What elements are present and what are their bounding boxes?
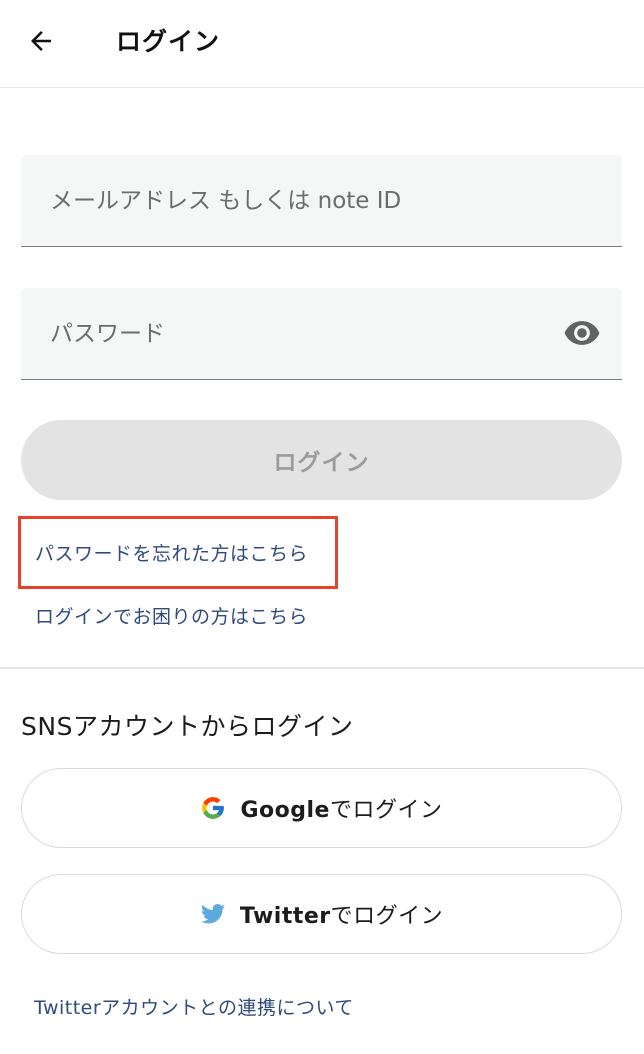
login-button[interactable]: ログイン bbox=[21, 420, 622, 500]
twitter-login-button[interactable]: Twitterでログイン bbox=[21, 874, 622, 954]
twitter-bird-icon bbox=[200, 901, 226, 927]
twitter-login-suffix: でログイン bbox=[330, 904, 444, 929]
google-login-suffix: でログイン bbox=[329, 798, 443, 823]
email-input[interactable] bbox=[21, 155, 622, 246]
eye-icon bbox=[564, 321, 600, 345]
google-login-button[interactable]: Googleでログイン bbox=[21, 768, 622, 848]
sns-heading: SNSアカウントからログイン bbox=[21, 712, 354, 741]
google-g-icon bbox=[200, 795, 226, 821]
forgot-password-link[interactable]: パスワードを忘れた方はこちら bbox=[35, 539, 308, 566]
toggle-password-visibility-button[interactable] bbox=[562, 315, 602, 351]
page-title: ログイン bbox=[116, 27, 221, 56]
app-bar: ログイン bbox=[0, 0, 644, 88]
back-button[interactable] bbox=[18, 18, 64, 64]
password-field[interactable] bbox=[21, 288, 622, 380]
google-brand-label: Google bbox=[240, 798, 330, 823]
arrow-left-icon bbox=[31, 31, 51, 51]
twitter-brand-label: Twitter bbox=[239, 904, 331, 929]
email-field[interactable] bbox=[21, 155, 622, 247]
login-help-link[interactable]: ログインでお困りの方はこちら bbox=[35, 602, 308, 629]
password-input[interactable] bbox=[21, 288, 622, 379]
twitter-info-link[interactable]: Twitterアカウントとの連携について bbox=[34, 993, 354, 1020]
section-divider bbox=[0, 667, 644, 669]
